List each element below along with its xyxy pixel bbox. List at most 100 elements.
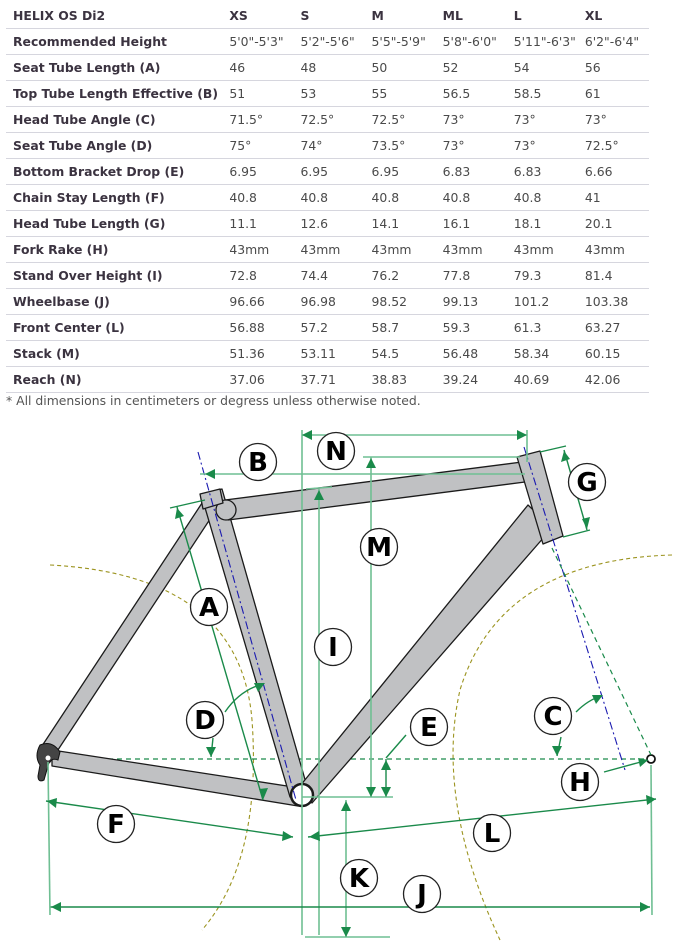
cell-value: 39.24 [435,366,507,393]
size-header: XS [222,3,294,29]
cell-value: 6.95 [364,158,436,185]
cell-value: 56 [577,54,649,81]
cell-value: 6.83 [506,158,578,185]
cell-value: 5'5"-5'9" [364,28,436,55]
label-letter: L [484,819,501,849]
table-row: Stack (M) 51.36 53.11 54.5 56.48 58.34 60.15 [6,340,649,367]
table-row: Recommended Height 5'0"-5'3" 5'2"-5'6" 5'5"… [6,28,649,55]
cell-value: 73.5° [364,132,436,159]
cell-value: 48 [293,54,365,81]
table-row: Seat Tube Length (A) 46 48 50 52 54 56 [6,54,649,81]
label-letter: G [576,468,597,498]
label-letter: K [349,864,370,894]
units-footnote: * All dimensions in centimeters or degre… [6,393,421,408]
cell-value: 40.8 [506,184,578,211]
cell-value: 57.2 [293,314,365,341]
table-row: Fork Rake (H) 43mm 43mm 43mm 43mm 43mm 43mm [6,236,649,263]
cell-value: 99.13 [435,288,507,315]
dimension-label-e: E [409,707,449,747]
row-label: Wheelbase (J) [6,288,223,315]
cell-value: 74° [293,132,365,159]
table-row: Head Tube Length (G) 11.1 12.6 14.1 16.1 18.1… [6,210,649,237]
cell-value: 43mm [293,236,365,263]
size-header: M [364,3,436,29]
dimension-label-h: H [560,762,600,802]
dim-j-ext-rear [47,761,51,916]
dim-g-bot [562,529,591,538]
dimension-label-k: K [339,858,379,898]
row-label: Top Tube Length Effective (B) [6,80,223,107]
cell-value: 58.7 [364,314,436,341]
cell-value: 40.8 [293,184,365,211]
cell-value: 5'11"-6'3" [506,28,578,55]
cell-value: 61 [577,80,649,107]
cell-value: 6.95 [293,158,365,185]
cell-value: 101.2 [506,288,578,315]
cell-value: 40.8 [364,184,436,211]
cell-value: 73° [435,132,507,159]
cell-value: 72.5° [577,132,649,159]
cell-value: 11.1 [222,210,294,237]
label-letter: E [420,713,438,743]
label-letter: N [325,437,347,467]
cell-value: 96.66 [222,288,294,315]
label-letter: F [107,810,125,840]
label-letter: I [328,633,338,663]
cell-value: 6.66 [577,158,649,185]
label-letter: A [199,593,219,623]
dimension-label-j: J [402,874,442,914]
row-label: Seat Tube Angle (D) [6,132,223,159]
cell-value: 72.5° [364,106,436,133]
cell-value: 77.8 [435,262,507,289]
cell-value: 18.1 [506,210,578,237]
dim-e-leader [385,734,407,759]
cell-value: 37.71 [293,366,365,393]
cell-value: 71.5° [222,106,294,133]
table-row: Reach (N) 37.06 37.71 38.83 39.24 40.69 42.06 [6,366,649,393]
dimension-label-a: A [189,587,229,627]
dimension-label-g: G [567,462,607,502]
cell-value: 56.88 [222,314,294,341]
cell-value: 79.3 [506,262,578,289]
cell-value: 75° [222,132,294,159]
label-letter: H [569,768,591,798]
cell-value: 43mm [222,236,294,263]
cell-value: 96.98 [293,288,365,315]
label-letter: C [543,702,562,732]
cell-value: 5'8"-6'0" [435,28,507,55]
cell-value: 63.27 [577,314,649,341]
label-letter: J [415,880,427,910]
cell-value: 98.52 [364,288,436,315]
cell-value: 58.34 [506,340,578,367]
cell-value: 56.48 [435,340,507,367]
size-header: XL [577,3,649,29]
size-header: ML [435,3,507,29]
row-label: Stack (M) [6,340,223,367]
table-row: Seat Tube Angle (D) 75° 74° 73.5° 73° 73° 72.5… [6,132,649,159]
cell-value: 43mm [364,236,436,263]
cell-value: 42.06 [577,366,649,393]
row-label: Fork Rake (H) [6,236,223,263]
front-wheel-arc [452,554,673,941]
table-row: Top Tube Length Effective (B) 51 53 55 56.5 5… [6,80,649,107]
cell-value: 37.06 [222,366,294,393]
cell-value: 58.5 [506,80,578,107]
cell-value: 6.83 [435,158,507,185]
label-letter: M [366,533,392,563]
dimension-label-m: M [359,527,399,567]
cell-value: 51 [222,80,294,107]
cell-value: 6.95 [222,158,294,185]
size-header: S [293,3,365,29]
row-label: Head Tube Angle (C) [6,106,223,133]
cell-value: 73° [506,106,578,133]
row-label: Stand Over Height (I) [6,262,223,289]
cell-value: 38.83 [364,366,436,393]
cell-value: 20.1 [577,210,649,237]
dimension-label-i: I [313,627,353,667]
model-name: HELIX OS Di2 [6,3,223,29]
table-header-row: HELIX OS Di2 XS S M ML L XL [6,3,649,29]
cell-value: 51.36 [222,340,294,367]
cell-value: 40.69 [506,366,578,393]
cell-value: 40.8 [435,184,507,211]
row-label: Chain Stay Length (F) [6,184,223,211]
